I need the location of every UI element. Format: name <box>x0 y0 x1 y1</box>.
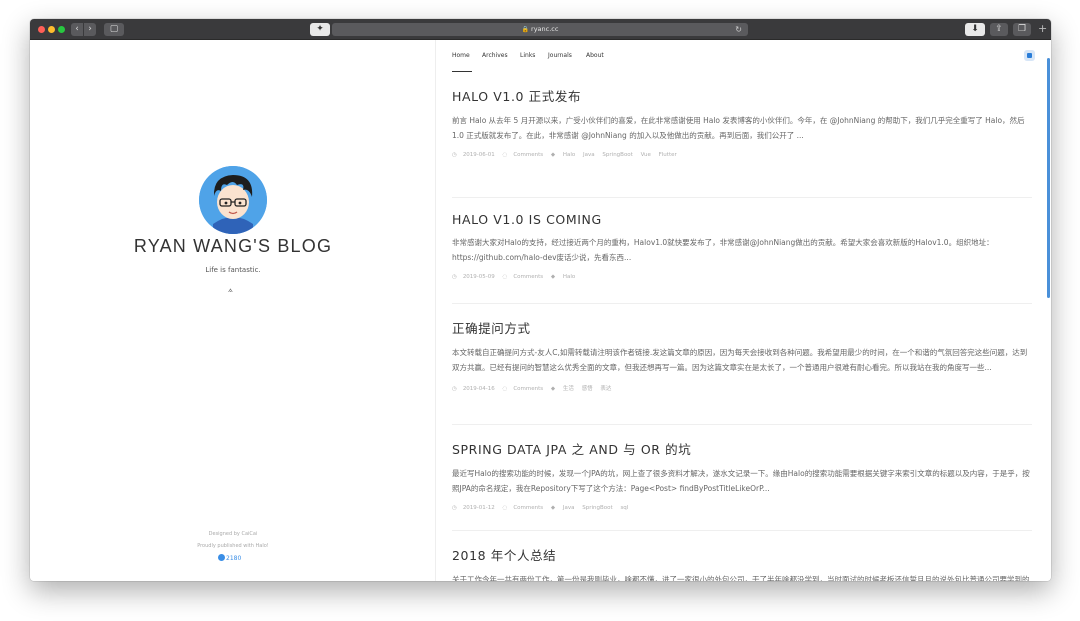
post-item: HALO V1.0 IS COMING 非常感谢大家对Halo的支持，经过接近两… <box>452 212 1032 280</box>
post-excerpt: 最近写Halo的搜索功能的时候，发现一个JPA的坑，网上查了很多资料才解决，遂水… <box>452 469 1030 493</box>
stat-icon <box>218 554 225 561</box>
footer-powered-by[interactable]: Proudly published with Halo! <box>30 543 436 549</box>
post-divider <box>452 303 1032 304</box>
comment-icon: ◌ <box>502 505 508 511</box>
post-item: HALO V1.0 正式发布 前言 Halo 从去年 5 月开源以来，广受小伙伴… <box>452 86 1032 158</box>
tag-icon: ◆ <box>550 274 556 280</box>
tag-icon: ◆ <box>550 152 556 158</box>
minimize-window-button[interactable] <box>48 26 55 33</box>
post-tag[interactable]: Flutter <box>659 152 677 158</box>
comment-icon: ◌ <box>502 152 508 158</box>
post-excerpt: 关于工作今年一共有两份工作，第一份是我刚毕业，啥都不懂，进了一家很小的外包公司，… <box>452 575 1030 581</box>
browser-window: ‹ › ▢ ✦ 🔒 ryanc.cc ↻ ⬇ ⇪ ❐ + RYAN WANG'S… <box>30 19 1051 581</box>
scrollbar[interactable] <box>1047 58 1050 298</box>
post-date: 2019-06-01 <box>462 152 495 158</box>
tabs-overview-icon[interactable]: ❐ <box>1013 23 1031 36</box>
visitor-stat-badge[interactable]: 2180 <box>218 554 241 562</box>
post-title[interactable]: 正确提问方式 <box>452 318 1032 337</box>
post-tag[interactable]: Java <box>563 505 575 511</box>
lock-icon: 🔒 <box>521 26 530 33</box>
tag-icon: ◆ <box>550 505 556 511</box>
post-meta: ◷ 2019-04-16 ◌ Comments ◆ 生活 感悟 表达 <box>452 384 1032 392</box>
post-tag[interactable]: 生活 <box>563 386 574 392</box>
comment-icon: ◌ <box>502 274 508 280</box>
browser-toolbar: ‹ › ▢ ✦ 🔒 ryanc.cc ↻ ⬇ ⇪ ❐ + <box>30 19 1051 40</box>
post-excerpt: 非常感谢大家对Halo的支持，经过接近两个月的重构，Halov1.0就快要发布了… <box>452 238 994 262</box>
maximize-window-button[interactable] <box>58 26 65 33</box>
post-comments-link[interactable]: Comments <box>513 274 543 280</box>
post-tag[interactable]: SpringBoot <box>582 505 612 511</box>
post-title[interactable]: 2018 年个人总结 <box>452 545 1032 564</box>
post-date: 2019-04-16 <box>462 386 495 392</box>
avatar[interactable] <box>199 166 267 234</box>
post-title[interactable]: HALO V1.0 正式发布 <box>452 86 1032 105</box>
post-date: 2019-05-09 <box>462 274 495 280</box>
active-nav-underline <box>452 71 472 72</box>
nav-links[interactable]: Links <box>520 52 535 59</box>
reload-icon[interactable]: ↻ <box>735 23 742 36</box>
post-item: SPRING DATA JPA 之 AND 与 OR 的坑 最近写Halo的搜索… <box>452 439 1032 511</box>
post-comments-link[interactable]: Comments <box>513 505 543 511</box>
post-title[interactable]: HALO V1.0 IS COMING <box>452 212 1032 227</box>
new-tab-icon[interactable]: + <box>1038 22 1047 35</box>
post-item: 正确提问方式 本文转载自正确提问方式-友人C,如需转载请注明该作者链接.发这篇文… <box>452 318 1032 392</box>
share-icon[interactable]: ⇪ <box>990 23 1008 36</box>
post-title[interactable]: SPRING DATA JPA 之 AND 与 OR 的坑 <box>452 439 1032 458</box>
tag-icon: ◆ <box>550 386 556 392</box>
forward-icon[interactable]: › <box>84 23 96 36</box>
post-excerpt: 前言 Halo 从去年 5 月开源以来，广受小伙伴们的喜爱，在此非常感谢使用 H… <box>452 116 1025 140</box>
post-tag[interactable]: Halo <box>563 274 575 280</box>
address-url: ryanc.cc <box>531 25 559 33</box>
post-tag[interactable]: SpringBoot <box>602 152 632 158</box>
clock-icon: ◷ <box>452 505 457 511</box>
post-comments-link[interactable]: Comments <box>513 152 543 158</box>
download-icon[interactable]: ⬇ <box>965 23 985 36</box>
post-tag[interactable]: Halo <box>563 152 575 158</box>
blog-tagline: Life is fantastic. <box>205 266 261 274</box>
post-date: 2019-01-12 <box>462 505 495 511</box>
post-meta: ◷ 2019-05-09 ◌ Comments ◆ Halo <box>452 274 1032 280</box>
stat-count: 2180 <box>226 555 242 562</box>
post-divider <box>452 424 1032 425</box>
extension-icon[interactable]: ✦ <box>310 23 330 36</box>
post-meta: ◷ 2019-06-01 ◌ Comments ◆ Halo Java Spring… <box>452 152 1032 158</box>
post-tag[interactable]: Java <box>583 152 595 158</box>
post-comments-link[interactable]: Comments <box>513 386 543 392</box>
footer-designed-by[interactable]: Designed by CaiCai <box>30 531 436 537</box>
clock-icon: ◷ <box>452 152 457 158</box>
post-item: 2018 年个人总结 关于工作今年一共有两份工作，第一份是我刚毕业，啥都不懂，进… <box>452 545 1032 581</box>
comment-icon: ◌ <box>502 386 508 392</box>
post-divider <box>452 530 1032 531</box>
post-tag[interactable]: Vue <box>641 152 651 158</box>
nav-archives[interactable]: Archives <box>482 52 508 59</box>
post-tag[interactable]: 表达 <box>600 386 611 392</box>
nav-about[interactable]: About <box>586 52 604 59</box>
post-tag[interactable]: 感悟 <box>582 386 593 392</box>
post-divider <box>452 197 1032 198</box>
post-list-area: Home Archives Links Journals About HALO … <box>436 40 1051 581</box>
sidebar-toggle-icon[interactable]: ▢ <box>104 23 124 36</box>
close-window-button[interactable] <box>38 26 45 33</box>
address-bar[interactable]: 🔒 ryanc.cc ↻ <box>332 23 748 36</box>
clock-icon: ◷ <box>452 386 457 392</box>
nav-journals[interactable]: Journals <box>548 52 572 59</box>
post-meta: ◷ 2019-01-12 ◌ Comments ◆ Java SpringBoot … <box>452 505 1032 511</box>
profile-sidebar: RYAN WANG'S BLOG Life is fantastic. ⟑ De… <box>30 40 436 581</box>
rss-icon[interactable]: ⟑ <box>228 285 233 295</box>
post-tag[interactable]: sql <box>620 505 628 511</box>
search-icon[interactable] <box>1024 50 1035 61</box>
nav-home[interactable]: Home <box>452 52 470 59</box>
blog-title[interactable]: RYAN WANG'S BLOG <box>30 236 436 257</box>
back-icon[interactable]: ‹ <box>71 23 83 36</box>
post-excerpt: 本文转载自正确提问方式-友人C,如需转载请注明该作者链接.发这篇文章的原因，因为… <box>452 348 1028 372</box>
clock-icon: ◷ <box>452 274 457 280</box>
